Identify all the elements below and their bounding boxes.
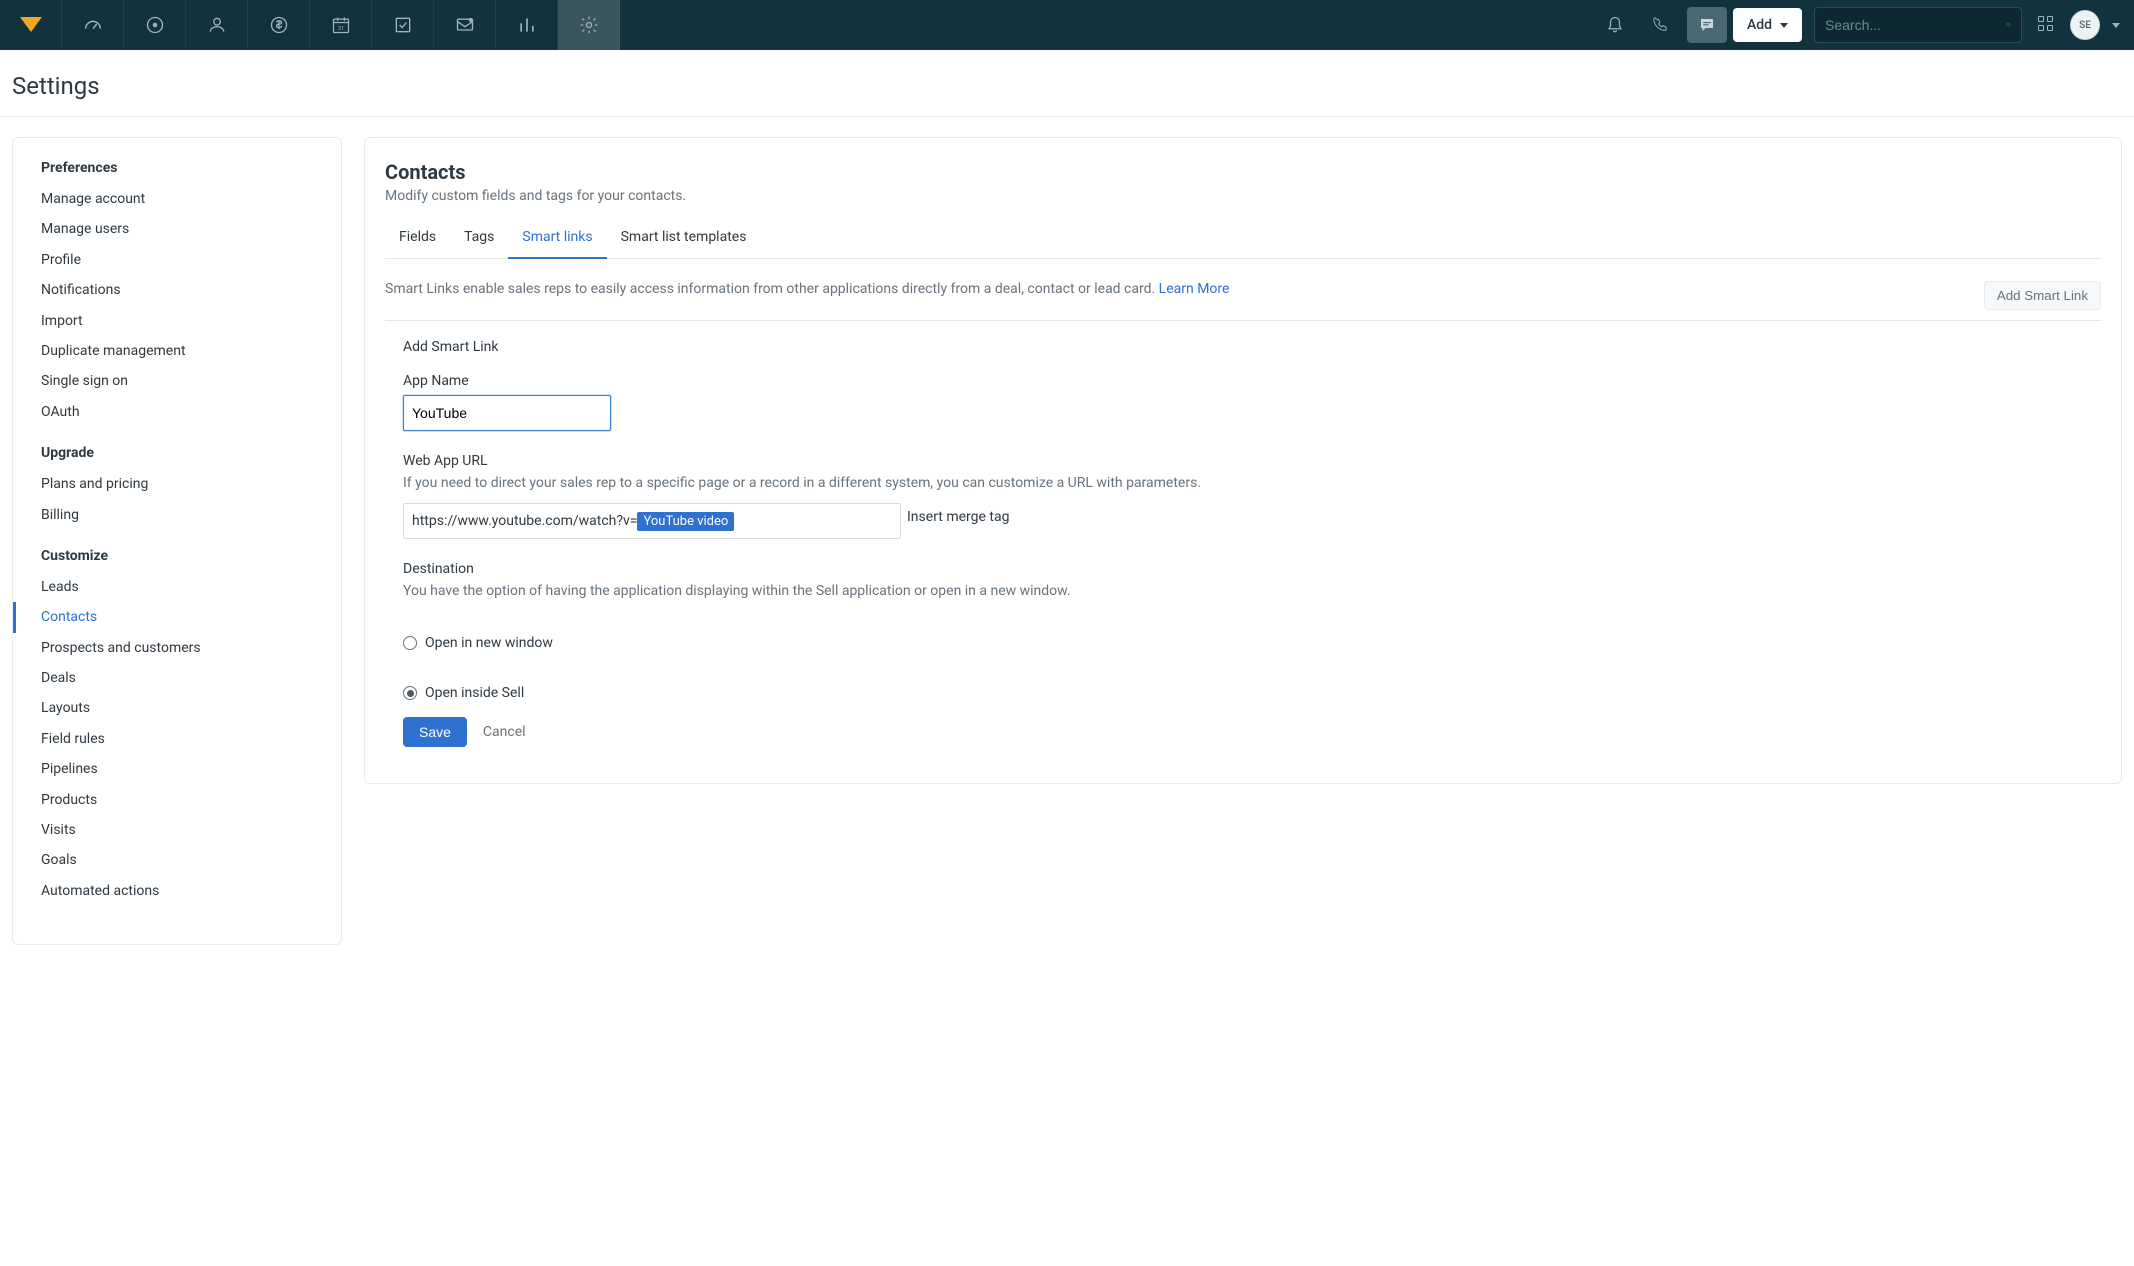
nav-right-group: Add SE <box>1595 0 2134 50</box>
learn-more-link[interactable]: Learn More <box>1159 281 1230 297</box>
radio-icon <box>403 686 417 700</box>
form-section-title: Add Smart Link <box>403 339 2083 355</box>
chevron-down-icon <box>1780 23 1788 28</box>
description-body: Smart Links enable sales reps to easily … <box>385 281 1159 297</box>
add-smart-link-button[interactable]: Add Smart Link <box>1984 281 2101 310</box>
tab-fields[interactable]: Fields <box>385 219 450 259</box>
sidebar-item[interactable]: Manage account <box>13 184 341 214</box>
content-area: Preferences Manage account Manage users … <box>0 117 2134 965</box>
apps-icon[interactable] <box>2038 16 2056 34</box>
svg-text:31: 31 <box>337 26 344 32</box>
sidebar-group-customize: Customize Leads Contacts Prospects and c… <box>13 548 341 906</box>
deals-icon[interactable] <box>248 0 310 50</box>
sidebar-item[interactable]: Deals <box>13 663 341 693</box>
search-box[interactable] <box>1814 7 2022 43</box>
tab-tags[interactable]: Tags <box>450 219 508 259</box>
sidebar-item[interactable]: OAuth <box>13 397 341 427</box>
reports-icon[interactable] <box>496 0 558 50</box>
sidebar-item[interactable]: Notifications <box>13 275 341 305</box>
top-nav: 31 Add SE <box>0 0 2134 50</box>
radio-label: Open in new window <box>425 635 553 651</box>
dashboard-icon[interactable] <box>62 0 124 50</box>
tab-smart-list-templates[interactable]: Smart list templates <box>607 219 761 259</box>
tabs: Fields Tags Smart links Smart list templ… <box>385 218 2101 259</box>
sidebar-item[interactable]: Manage users <box>13 214 341 244</box>
insert-merge-tag-link[interactable]: Insert merge tag <box>907 503 1009 525</box>
description-row: Smart Links enable sales reps to easily … <box>385 259 2101 321</box>
main-panel: Contacts Modify custom fields and tags f… <box>364 137 2122 784</box>
settings-icon[interactable] <box>558 0 620 50</box>
avatar-initials: SE <box>2079 20 2091 31</box>
form-actions: Save Cancel <box>403 717 2083 747</box>
leads-icon[interactable] <box>124 0 186 50</box>
logo-icon[interactable] <box>0 0 62 50</box>
url-prefix-text: https://www.youtube.com/watch?v= <box>412 513 637 529</box>
save-button[interactable]: Save <box>403 717 467 747</box>
sidebar-item[interactable]: Plans and pricing <box>13 469 341 499</box>
sidebar-item[interactable]: Visits <box>13 815 341 845</box>
radio-label: Open inside Sell <box>425 685 524 701</box>
sidebar-item[interactable]: Import <box>13 306 341 336</box>
description-text: Smart Links enable sales reps to easily … <box>385 281 1229 297</box>
web-url-label: Web App URL <box>403 453 2083 469</box>
search-icon <box>2006 17 2011 33</box>
app-name-label: App Name <box>403 373 2083 389</box>
sidebar-item[interactable]: Field rules <box>13 724 341 754</box>
sidebar-group-title: Upgrade <box>13 445 341 469</box>
merge-tag-chip[interactable]: YouTube video <box>637 512 734 531</box>
notifications-icon[interactable] <box>1595 7 1635 43</box>
nav-left-group: 31 <box>0 0 620 50</box>
web-url-input[interactable]: https://www.youtube.com/watch?v=YouTube … <box>403 503 901 539</box>
smart-link-form: Add Smart Link App Name Web App URL If y… <box>385 321 2101 747</box>
sidebar-item[interactable]: Billing <box>13 500 341 530</box>
phone-icon[interactable] <box>1641 7 1681 43</box>
main-heading: Contacts <box>385 160 2101 184</box>
settings-sidebar: Preferences Manage account Manage users … <box>12 137 342 945</box>
sidebar-item-contacts[interactable]: Contacts <box>13 602 341 632</box>
main-subtitle: Modify custom fields and tags for your c… <box>385 188 2101 204</box>
url-row: https://www.youtube.com/watch?v=YouTube … <box>403 503 2083 539</box>
web-url-help: If you need to direct your sales rep to … <box>403 475 2083 491</box>
chat-icon[interactable] <box>1687 7 1727 43</box>
chevron-down-icon[interactable] <box>2112 23 2120 28</box>
page-title: Settings <box>0 50 2134 116</box>
radio-icon <box>403 636 417 650</box>
sidebar-item[interactable]: Profile <box>13 245 341 275</box>
sidebar-group-preferences: Preferences Manage account Manage users … <box>13 160 341 427</box>
sidebar-group-upgrade: Upgrade Plans and pricing Billing <box>13 445 341 530</box>
radio-inside-sell[interactable]: Open inside Sell <box>403 685 2083 701</box>
sidebar-item[interactable]: Single sign on <box>13 366 341 396</box>
sidebar-item[interactable]: Duplicate management <box>13 336 341 366</box>
add-button-label: Add <box>1747 17 1772 33</box>
tasks-icon[interactable] <box>372 0 434 50</box>
add-button[interactable]: Add <box>1733 8 1802 42</box>
sidebar-group-title: Preferences <box>13 160 341 184</box>
tab-smart-links[interactable]: Smart links <box>508 219 606 259</box>
search-input[interactable] <box>1825 17 2006 33</box>
sidebar-item[interactable]: Prospects and customers <box>13 633 341 663</box>
radio-new-window[interactable]: Open in new window <box>403 635 2083 651</box>
cancel-link[interactable]: Cancel <box>483 724 526 740</box>
destination-label: Destination <box>403 561 2083 577</box>
sidebar-item[interactable]: Leads <box>13 572 341 602</box>
calendar-icon[interactable]: 31 <box>310 0 372 50</box>
sidebar-group-title: Customize <box>13 548 341 572</box>
destination-help: You have the option of having the applic… <box>403 583 2083 599</box>
sidebar-item[interactable]: Automated actions <box>13 876 341 906</box>
avatar[interactable]: SE <box>2070 10 2100 40</box>
sidebar-item[interactable]: Layouts <box>13 693 341 723</box>
sidebar-item[interactable]: Products <box>13 785 341 815</box>
sidebar-item[interactable]: Pipelines <box>13 754 341 784</box>
messages-icon[interactable] <box>434 0 496 50</box>
contacts-icon[interactable] <box>186 0 248 50</box>
app-name-input[interactable] <box>403 395 611 431</box>
sidebar-item[interactable]: Goals <box>13 845 341 875</box>
